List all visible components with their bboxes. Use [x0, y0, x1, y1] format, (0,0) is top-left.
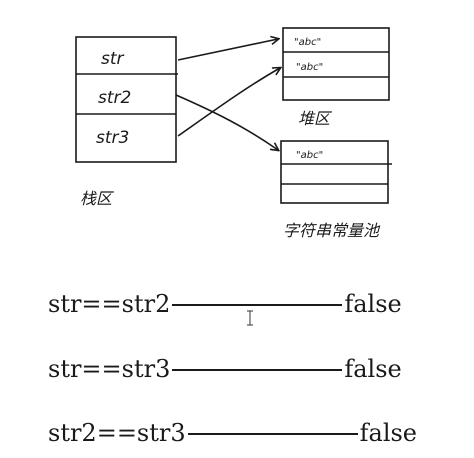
stack-label: 栈区 [80, 189, 114, 208]
string-pool-cell-1: "abc" [296, 150, 323, 161]
stack-cell-str2: str2 [98, 88, 131, 108]
comparison-expr: str2==str3 [48, 419, 186, 447]
stack-cell-str3: str3 [96, 128, 129, 148]
comparison-result: false [359, 419, 418, 447]
comparison-dash [172, 369, 343, 371]
comparison-row-2: str==str3 false [48, 353, 402, 385]
string-pool-box: "abc" [280, 140, 392, 204]
comparison-result: false [344, 355, 402, 383]
arrow-str-to-heap [177, 39, 278, 61]
comparison-expr: str==str2 [48, 290, 171, 318]
text-cursor-icon [247, 310, 253, 326]
string-pool-label: 字符串常量池 [283, 221, 381, 240]
heap-cell-2: "abc" [296, 62, 323, 73]
comparison-expr: str==str3 [48, 355, 171, 383]
heap-box: "abc" "abc" [282, 27, 390, 101]
arrow-str2-to-string-pool [175, 94, 278, 150]
stack-box: str str2 str3 [75, 36, 178, 163]
comparison-dash [187, 433, 358, 435]
comparison-row-3: str2==str3 false [48, 417, 417, 449]
heap-cell-1: "abc" [294, 37, 321, 48]
stack-cell-str: str [101, 49, 125, 69]
memory-diagram: str str2 str3 栈区 "abc" "abc" 堆区 "abc" 字符… [75, 27, 392, 240]
comparison-row-1: str==str2 false [48, 288, 402, 320]
comparison-result: false [344, 290, 402, 318]
comparison-dash [172, 304, 343, 306]
heap-label: 堆区 [298, 109, 332, 128]
